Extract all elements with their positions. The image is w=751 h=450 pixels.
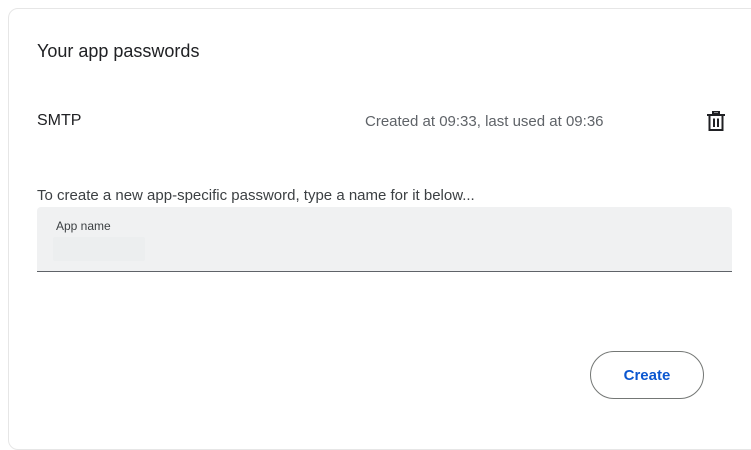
delete-password-button[interactable] [703,108,729,134]
app-name-label: App name [56,219,111,233]
app-name-field[interactable]: App name [37,207,732,272]
trash-icon [707,111,725,131]
app-password-usage-info: Created at 09:33, last used at 09:36 [365,113,604,130]
section-title: Your app passwords [37,41,200,61]
create-button[interactable]: Create [590,351,704,399]
app-name-input[interactable] [53,237,145,261]
create-password-instructions: To create a new app-specific password, t… [37,187,475,204]
app-password-name: SMTP [37,112,82,129]
app-password-row: SMTP Created at 09:33, last used at 09:3… [0,108,751,140]
